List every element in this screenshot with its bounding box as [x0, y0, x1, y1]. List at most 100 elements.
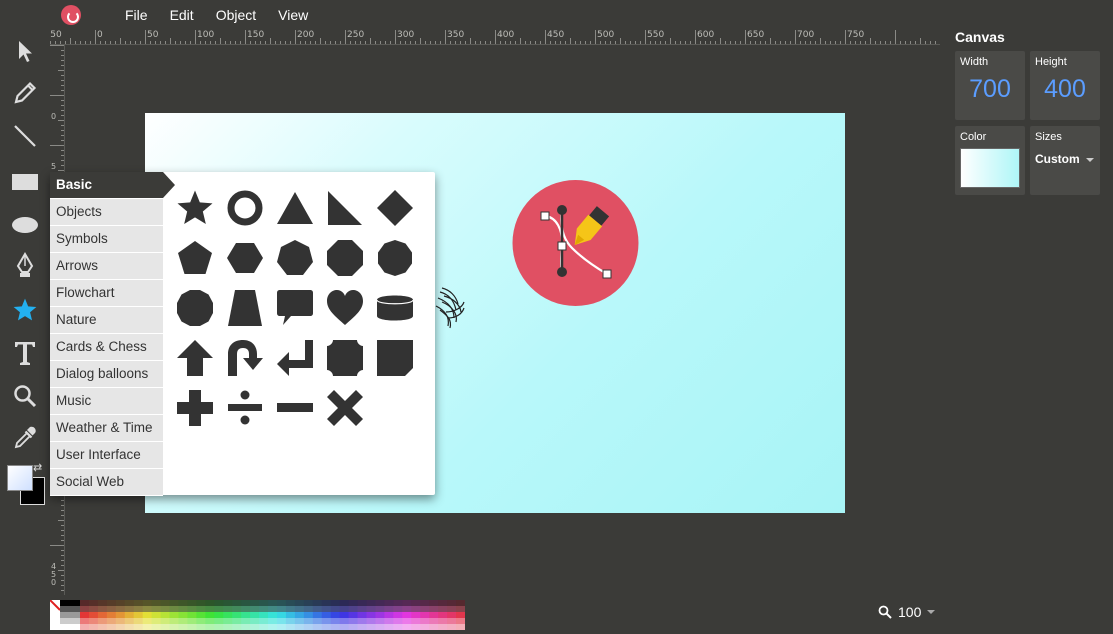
palette-color-swatch[interactable] [80, 618, 90, 624]
palette-color-swatch[interactable] [115, 612, 126, 618]
palette-color-swatch[interactable] [294, 624, 305, 630]
palette-color-swatch[interactable] [259, 624, 269, 630]
category-weather-time[interactable]: Weather & Time [50, 415, 163, 442]
palette-color-swatch[interactable] [223, 600, 233, 606]
palette-color-swatch[interactable] [402, 612, 412, 618]
palette-color-swatch[interactable] [393, 618, 403, 624]
category-music[interactable]: Music [50, 388, 163, 415]
palette-color-swatch[interactable] [88, 618, 99, 624]
palette-color-swatch[interactable] [375, 606, 385, 612]
cylinder-shape-icon[interactable] [373, 286, 417, 330]
palette-color-swatch[interactable] [151, 612, 162, 618]
palette-color-swatch[interactable] [420, 606, 430, 612]
palette-color-swatch[interactable] [151, 618, 162, 624]
palette-color-swatch[interactable] [106, 606, 117, 612]
palette-color-swatch[interactable] [250, 600, 260, 606]
palette-color-swatch[interactable] [294, 606, 305, 612]
palette-color-swatch[interactable] [232, 606, 242, 612]
palette-color-swatch[interactable] [250, 618, 260, 624]
canvas-color-swatch[interactable] [960, 148, 1020, 188]
palette-color-swatch[interactable] [80, 612, 90, 618]
palette-color-swatch[interactable] [303, 618, 314, 624]
palette-color-swatch[interactable] [88, 600, 99, 606]
palette-color-swatch[interactable] [160, 624, 171, 630]
palette-color-swatch[interactable] [205, 624, 215, 630]
palette-color-swatch[interactable] [357, 600, 368, 606]
palette-color-swatch[interactable] [259, 606, 269, 612]
palette-gray-swatch[interactable] [60, 600, 80, 606]
text-tool-icon[interactable] [7, 335, 43, 371]
palette-color-swatch[interactable] [115, 618, 126, 624]
palette-color-swatch[interactable] [375, 612, 385, 618]
palette-color-swatch[interactable] [330, 612, 341, 618]
octagon-shape-icon[interactable] [323, 236, 367, 280]
palette-color-swatch[interactable] [133, 624, 144, 630]
zoom-value[interactable]: 100 [898, 604, 921, 620]
palette-color-swatch[interactable] [366, 624, 376, 630]
palette-color-swatch[interactable] [330, 618, 341, 624]
palette-gray-swatch[interactable] [60, 618, 80, 624]
palette-color-swatch[interactable] [321, 606, 332, 612]
palette-color-swatch[interactable] [160, 618, 171, 624]
triangle-shape-icon[interactable] [273, 186, 317, 230]
category-objects[interactable]: Objects [50, 199, 163, 226]
palette-color-swatch[interactable] [232, 600, 242, 606]
palette-color-swatch[interactable] [80, 624, 90, 630]
palette-color-swatch[interactable] [393, 606, 403, 612]
palette-color-swatch[interactable] [294, 600, 305, 606]
palette-color-swatch[interactable] [393, 612, 403, 618]
palette-color-swatch[interactable] [312, 606, 323, 612]
palette-color-swatch[interactable] [151, 606, 162, 612]
palette-color-swatch[interactable] [285, 612, 296, 618]
divide-shape-icon[interactable] [223, 386, 267, 430]
palette-color-swatch[interactable] [411, 624, 421, 630]
palette-color-swatch[interactable] [259, 600, 269, 606]
height-box[interactable]: Height 400 [1030, 51, 1100, 120]
palette-color-swatch[interactable] [348, 618, 359, 624]
palette-color-swatch[interactable] [384, 600, 394, 606]
swap-colors-icon[interactable]: ⇄ [33, 461, 42, 474]
multiply-shape-icon[interactable] [323, 386, 367, 430]
palette-color-swatch[interactable] [447, 618, 457, 624]
palette-color-swatch[interactable] [169, 624, 179, 630]
palette-color-swatch[interactable] [456, 600, 465, 606]
palette-color-swatch[interactable] [97, 612, 108, 618]
palette-color-swatch[interactable] [375, 618, 385, 624]
palette-color-swatch[interactable] [312, 624, 323, 630]
palette-color-swatch[interactable] [160, 600, 171, 606]
palette-color-swatch[interactable] [205, 612, 215, 618]
pencil-tool-icon[interactable] [7, 75, 43, 111]
palette-color-swatch[interactable] [268, 600, 278, 606]
category-user-interface[interactable]: User Interface [50, 442, 163, 469]
ellipse-tool-icon[interactable] [7, 207, 43, 243]
eyedropper-tool-icon[interactable] [7, 420, 43, 456]
diamond-shape-icon[interactable] [373, 186, 417, 230]
palette-color-swatch[interactable] [402, 600, 412, 606]
palette-color-swatch[interactable] [339, 612, 350, 618]
palette-color-swatch[interactable] [133, 618, 144, 624]
sizes-box[interactable]: Sizes Custom [1030, 126, 1100, 195]
palette-color-swatch[interactable] [348, 606, 359, 612]
palette-color-swatch[interactable] [187, 618, 197, 624]
palette-color-swatch[interactable] [232, 612, 242, 618]
menu-view[interactable]: View [278, 7, 308, 23]
palette-color-swatch[interactable] [169, 618, 179, 624]
palette-color-swatch[interactable] [106, 612, 117, 618]
palette-color-swatch[interactable] [303, 606, 314, 612]
palette-color-swatch[interactable] [268, 606, 278, 612]
speech-bubble-shape-icon[interactable] [273, 286, 317, 330]
menu-object[interactable]: Object [216, 7, 256, 23]
palette-color-swatch[interactable] [429, 600, 439, 606]
palette-color-swatch[interactable] [330, 600, 341, 606]
app-logo-icon[interactable] [61, 5, 81, 25]
palette-color-swatch[interactable] [80, 606, 90, 612]
palette-color-swatch[interactable] [456, 624, 465, 630]
palette-color-swatch[interactable] [115, 624, 126, 630]
palette-color-swatch[interactable] [366, 606, 376, 612]
palette-color-swatch[interactable] [250, 606, 260, 612]
palette-color-swatch[interactable] [303, 600, 314, 606]
palette-color-swatch[interactable] [88, 612, 99, 618]
line-tool-icon[interactable] [7, 118, 43, 154]
palette-color-swatch[interactable] [357, 612, 368, 618]
category-arrows[interactable]: Arrows [50, 253, 163, 280]
